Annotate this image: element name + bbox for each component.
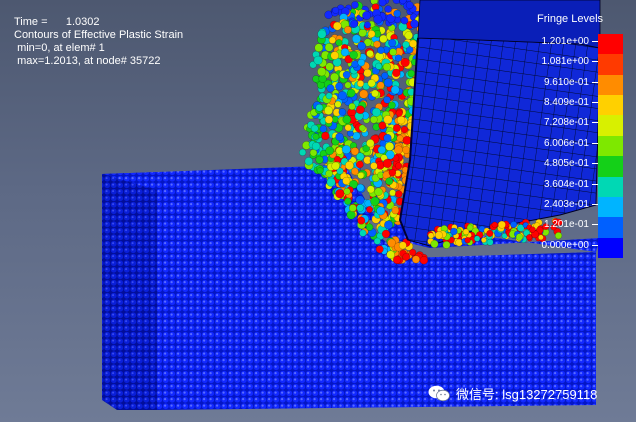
max-readout: max=1.2013, at node# 35722: [14, 55, 183, 68]
legend-label: 2.403e-01: [543, 198, 589, 210]
max-text: max=1.2013, at node# 35722: [17, 55, 161, 67]
legend-swatch: [598, 156, 623, 178]
watermark-text: 微信号: lsg13272759118: [456, 387, 598, 402]
legend-label: 9.610e-01: [543, 76, 589, 88]
legend-label: 8.409e-01: [543, 97, 589, 109]
legend-label: 1.201e-01: [543, 219, 589, 231]
workpiece-side-face: [102, 172, 157, 410]
legend-label: 4.805e-01: [543, 158, 589, 170]
legend-swatch: [598, 74, 623, 96]
legend-tick: [592, 163, 598, 165]
min-text: min=0, at elem# 1: [17, 42, 105, 54]
legend-tick: [592, 61, 598, 63]
chip-particle: [554, 231, 563, 240]
legend-tick: [592, 102, 598, 104]
chip-particle: [486, 238, 494, 246]
legend-label: 6.006e-01: [543, 137, 589, 149]
legend-swatch: [598, 54, 623, 76]
chip-particle: [365, 223, 374, 231]
legend-label: 7.208e-01: [543, 117, 589, 129]
watermark: 微信号: lsg13272759118: [428, 384, 597, 403]
legend-label: 1.081e+00: [541, 56, 589, 68]
legend-tick: [592, 203, 598, 205]
chip-particle: [480, 237, 487, 243]
legend-tick: [592, 183, 598, 185]
fringe-legend: 1.201e+00 1.081e+00 9.610e-01 8.409e-01 7.20…: [541, 34, 623, 259]
chip-particle: [375, 245, 384, 254]
chip-particle: [473, 235, 481, 242]
legend-swatch: [598, 196, 623, 218]
time-value: 1.0302: [65, 16, 100, 28]
chip-particle: [398, 241, 407, 250]
chip-particle: [381, 229, 391, 239]
min-readout: min=0, at elem# 1: [14, 42, 183, 55]
legend-tick: [592, 142, 598, 144]
contour-title: Contours of Effective Plastic Strain: [14, 29, 184, 41]
legend-tick: [592, 224, 598, 226]
legend-swatch: [598, 237, 623, 259]
chip-particle: [497, 220, 506, 229]
legend-label: 0.000e+00: [541, 239, 589, 251]
legend-label: 1.201e+00: [541, 36, 589, 47]
viewport[interactable]: Time = 1.0302 Contours of Effective Plas…: [0, 0, 636, 422]
legend-label: 3.604e-01: [543, 178, 589, 190]
legend-title: Fringe Levels: [537, 13, 604, 25]
info-panel: Time = 1.0302 Contours of Effective Plas…: [14, 16, 183, 68]
wechat-icon: [428, 385, 450, 402]
chip-particle: [430, 239, 439, 249]
time-label: Time =: [14, 16, 48, 28]
chip-particle: [359, 229, 367, 237]
chip-particle: [386, 250, 395, 259]
chip-particle: [427, 232, 435, 239]
chip-particle: [373, 237, 381, 245]
chip-particle: [434, 231, 443, 240]
chip-particle: [491, 221, 498, 228]
legend-swatch: [598, 115, 623, 137]
legend-swatch: [598, 217, 623, 239]
chip-particle: [464, 237, 471, 244]
chip-particle: [462, 228, 470, 236]
legend-swatch: [598, 176, 623, 198]
chip-particle: [450, 227, 458, 236]
legend-tick: [592, 41, 598, 42]
time-readout: Time = 1.0302: [14, 16, 183, 29]
chip-particle: [411, 255, 421, 264]
chip-particle: [392, 255, 402, 265]
legend-tick: [592, 244, 598, 246]
chip-particle: [419, 255, 429, 265]
chip-particle: [402, 253, 411, 261]
legend-swatch: [598, 95, 623, 116]
legend-swatch: [598, 135, 623, 157]
legend-swatch: [598, 34, 623, 55]
legend-tick: [592, 122, 598, 124]
chip-particle: [442, 240, 451, 249]
chip-particle: [486, 229, 494, 237]
legend-tick: [592, 81, 598, 83]
